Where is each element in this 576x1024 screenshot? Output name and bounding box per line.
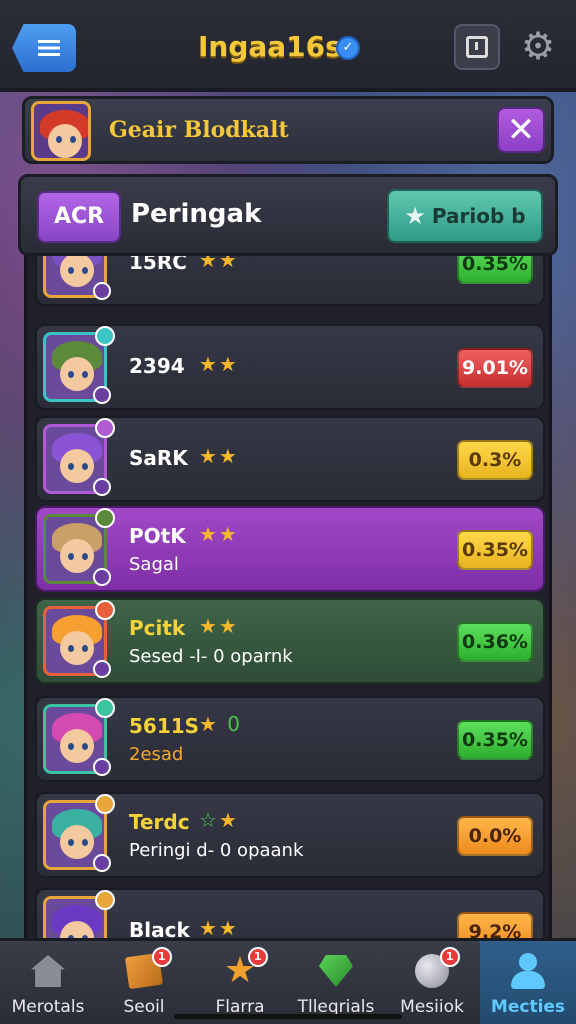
list-item[interactable]: 5611S ★ 0 2esad 0.35%	[35, 696, 545, 782]
ranking-list[interactable]: 15RC ★★ 0.35% 2394 ★★ 9.01% SaRK ★★ 0.3%…	[24, 240, 552, 952]
star-rating-icon: ☆★	[199, 808, 239, 832]
level-badge	[95, 326, 115, 346]
player-name: Terdc	[129, 810, 190, 834]
level-badge	[95, 890, 115, 910]
profile-icon	[508, 951, 548, 991]
player-name: Pcitk	[129, 616, 186, 640]
stat-pill[interactable]: 0.3%	[457, 440, 533, 480]
star-rating-icon: ★★	[199, 522, 239, 546]
player-name: POtK	[129, 524, 186, 548]
page-title: Ingaa16s	[198, 30, 342, 63]
hamburger-icon	[38, 40, 60, 56]
nav-item-flarra[interactable]: ★ 1 Flarra	[192, 941, 288, 1024]
sort-button[interactable]: ★ Pariob b	[387, 189, 543, 243]
bottom-nav: Merotals 1 Seoil ★ 1 Flarra Tlleqrials 1…	[0, 938, 576, 1024]
star-rating-icon: ★★	[199, 614, 239, 638]
notification-badge: 1	[151, 947, 172, 967]
list-item[interactable]: Terdc ☆★ Peringi d- 0 opaank 0.0%	[35, 792, 545, 878]
rank-badge	[93, 758, 111, 776]
menu-button[interactable]	[12, 24, 76, 72]
player-name: 2394	[129, 354, 185, 378]
event-banner: Geair Blodkalt ✕	[22, 96, 554, 164]
player-subtitle: 2esad	[129, 744, 184, 765]
player-subtitle: Sesed -I- 0 oparnk	[129, 646, 293, 667]
rank-badge	[93, 282, 111, 300]
player-avatar	[43, 600, 115, 678]
star-icon: ★	[404, 202, 426, 230]
nav-label: Merotals	[11, 997, 85, 1017]
stat-pill[interactable]: 0.0%	[457, 816, 533, 856]
player-name: 5611S	[129, 714, 200, 738]
level-badge	[95, 600, 115, 620]
list-item[interactable]: 2394 ★★ 9.01%	[35, 324, 545, 410]
sort-button-label: Pariob b	[431, 204, 526, 228]
gear-icon[interactable]: ⚙	[518, 26, 558, 66]
star-rating-icon: ★★	[199, 352, 239, 376]
list-item[interactable]: SaRK ★★ 0.3%	[35, 416, 545, 502]
list-item[interactable]: POtK ★★ Sagal 0.35%	[35, 506, 545, 592]
notification-badge: 1	[247, 947, 268, 967]
stat-pill[interactable]: 0.35%	[457, 720, 533, 760]
notification-badge: 1	[439, 947, 460, 967]
stat-pill[interactable]: 0.35%	[457, 530, 533, 570]
star-rating-icon: ★★	[199, 916, 239, 940]
banner-title: Geair Blodkalt	[109, 117, 289, 143]
level-badge	[95, 508, 115, 528]
player-avatar	[43, 508, 115, 586]
nav-item-mecties[interactable]: Mecties	[480, 941, 576, 1024]
nav-item-mesiiok[interactable]: 1 Mesiiok	[384, 941, 480, 1024]
rank-badge	[93, 568, 111, 586]
rank-badge	[93, 854, 111, 872]
nav-item-tlleqrials[interactable]: Tlleqrials	[288, 941, 384, 1024]
stat-pill[interactable]: 9.01%	[457, 348, 533, 388]
star-rating-icon: ★ 0	[199, 712, 243, 736]
stat-pill[interactable]: 0.36%	[457, 622, 533, 662]
level-badge	[95, 698, 115, 718]
rank-badge	[93, 660, 111, 678]
house-icon	[28, 951, 68, 991]
list-item[interactable]: Pcitk ★★ Sesed -I- 0 oparnk 0.36%	[35, 598, 545, 684]
leaderboard-title: Peringak	[131, 199, 262, 229]
level-badge	[95, 418, 115, 438]
level-badge	[95, 794, 115, 814]
nav-item-merotals[interactable]: Merotals	[0, 941, 96, 1024]
player-subtitle: Peringi d- 0 opaank	[129, 840, 304, 861]
player-avatar	[43, 794, 115, 872]
close-button[interactable]: ✕	[497, 107, 545, 153]
player-subtitle: Sagal	[129, 554, 179, 575]
leaderboard-tabbar: ACR Peringak ★ Pariob b	[18, 174, 558, 256]
gem-icon	[316, 951, 356, 991]
verified-check-icon: ✓	[336, 36, 360, 60]
rank-badge	[93, 386, 111, 404]
home-indicator	[174, 1014, 402, 1019]
top-header: Ingaa16s ✓ ⚙	[0, 0, 576, 92]
player-avatar	[43, 698, 115, 776]
player-avatar	[43, 326, 115, 404]
info-square-button[interactable]	[454, 24, 500, 70]
star-rating-icon: ★★	[199, 444, 239, 468]
info-square-icon	[466, 36, 488, 58]
banner-avatar	[31, 101, 91, 161]
nav-item-seoil[interactable]: 1 Seoil	[96, 941, 192, 1024]
acr-tab-button[interactable]: ACR	[37, 191, 121, 243]
rank-badge	[93, 478, 111, 496]
player-name: SaRK	[129, 446, 188, 470]
player-avatar	[43, 418, 115, 496]
nav-label: Mecties	[490, 997, 566, 1017]
